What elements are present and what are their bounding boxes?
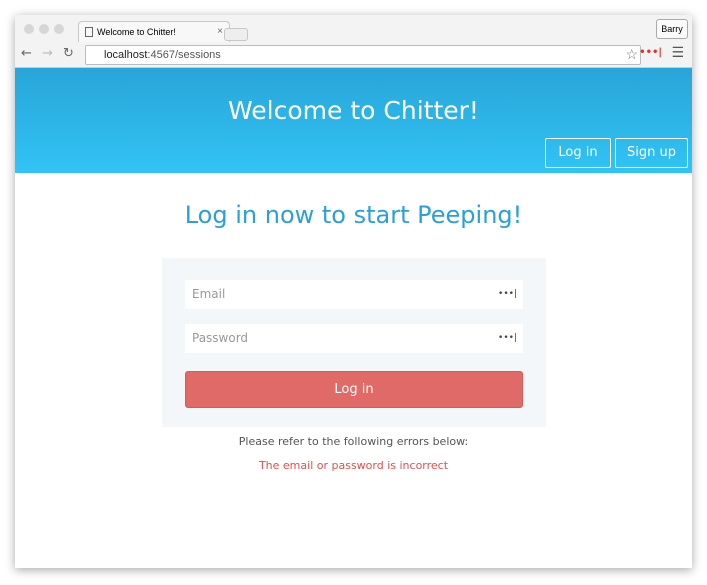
bookmark-star-icon[interactable]: ☆ [625,45,638,63]
reload-icon[interactable]: ↻ [63,46,74,61]
login-form: Email •••| Password •••| Log in [162,258,546,427]
minimize-window-button[interactable] [39,24,49,34]
errors-intro: Please refer to the following errors bel… [238,435,469,448]
header-signup-button[interactable]: Sign up [615,138,688,168]
browser-window: Welcome to Chitter! × Barry ← → ↻ localho… [15,15,692,568]
url-host: localhost [104,49,148,61]
menu-icon[interactable]: ☰ [671,45,684,61]
email-input[interactable]: Email •••| [185,280,523,309]
header-login-button[interactable]: Log in [545,138,611,168]
login-submit-button[interactable]: Log in [185,371,523,408]
profile-button[interactable]: Barry [656,19,688,39]
tab-title: Welcome to Chitter! [97,27,176,37]
close-window-button[interactable] [24,24,34,34]
forward-icon[interactable]: → [42,46,53,61]
page-heading: Log in now to start Peeping! [184,201,523,229]
password-input[interactable]: Password •••| [185,324,523,353]
page-icon [85,27,93,37]
tab-bar: Welcome to Chitter! × Barry [15,15,692,43]
back-icon[interactable]: ← [21,46,32,61]
password-manager-icon[interactable]: •••| [498,280,517,309]
address-bar[interactable]: localhost:4567/sessions ☆ [85,45,641,65]
new-tab-button[interactable] [224,28,248,41]
maximize-window-button[interactable] [54,24,64,34]
password-manager-icon[interactable]: •••| [498,324,517,353]
site-header: Welcome to Chitter! Log in Sign up [15,68,692,173]
close-tab-icon[interactable]: × [217,22,223,42]
password-placeholder: Password [192,331,249,345]
browser-toolbar: ← → ↻ localhost:4567/sessions ☆ •••| ☰ [15,42,692,68]
email-placeholder: Email [192,287,226,301]
browser-tab[interactable]: Welcome to Chitter! × [78,21,230,43]
extension-icon[interactable]: •••| [639,47,662,58]
error-message: The email or password is incorrect [258,459,449,472]
site-title: Welcome to Chitter! [228,96,479,125]
url-path: :4567/sessions [147,49,221,61]
